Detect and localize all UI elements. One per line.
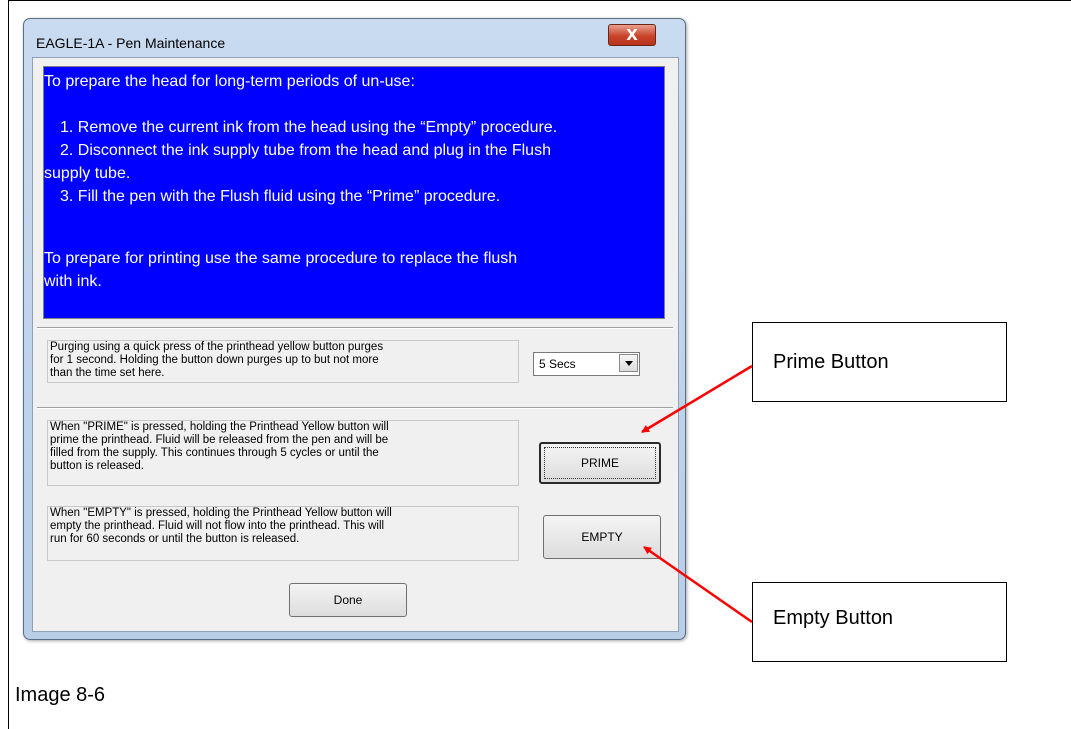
prime-arrow	[641, 364, 753, 434]
figure-caption: Image 8-6	[15, 684, 106, 706]
callout-arrows	[641, 364, 753, 624]
empty-arrow	[643, 545, 753, 624]
